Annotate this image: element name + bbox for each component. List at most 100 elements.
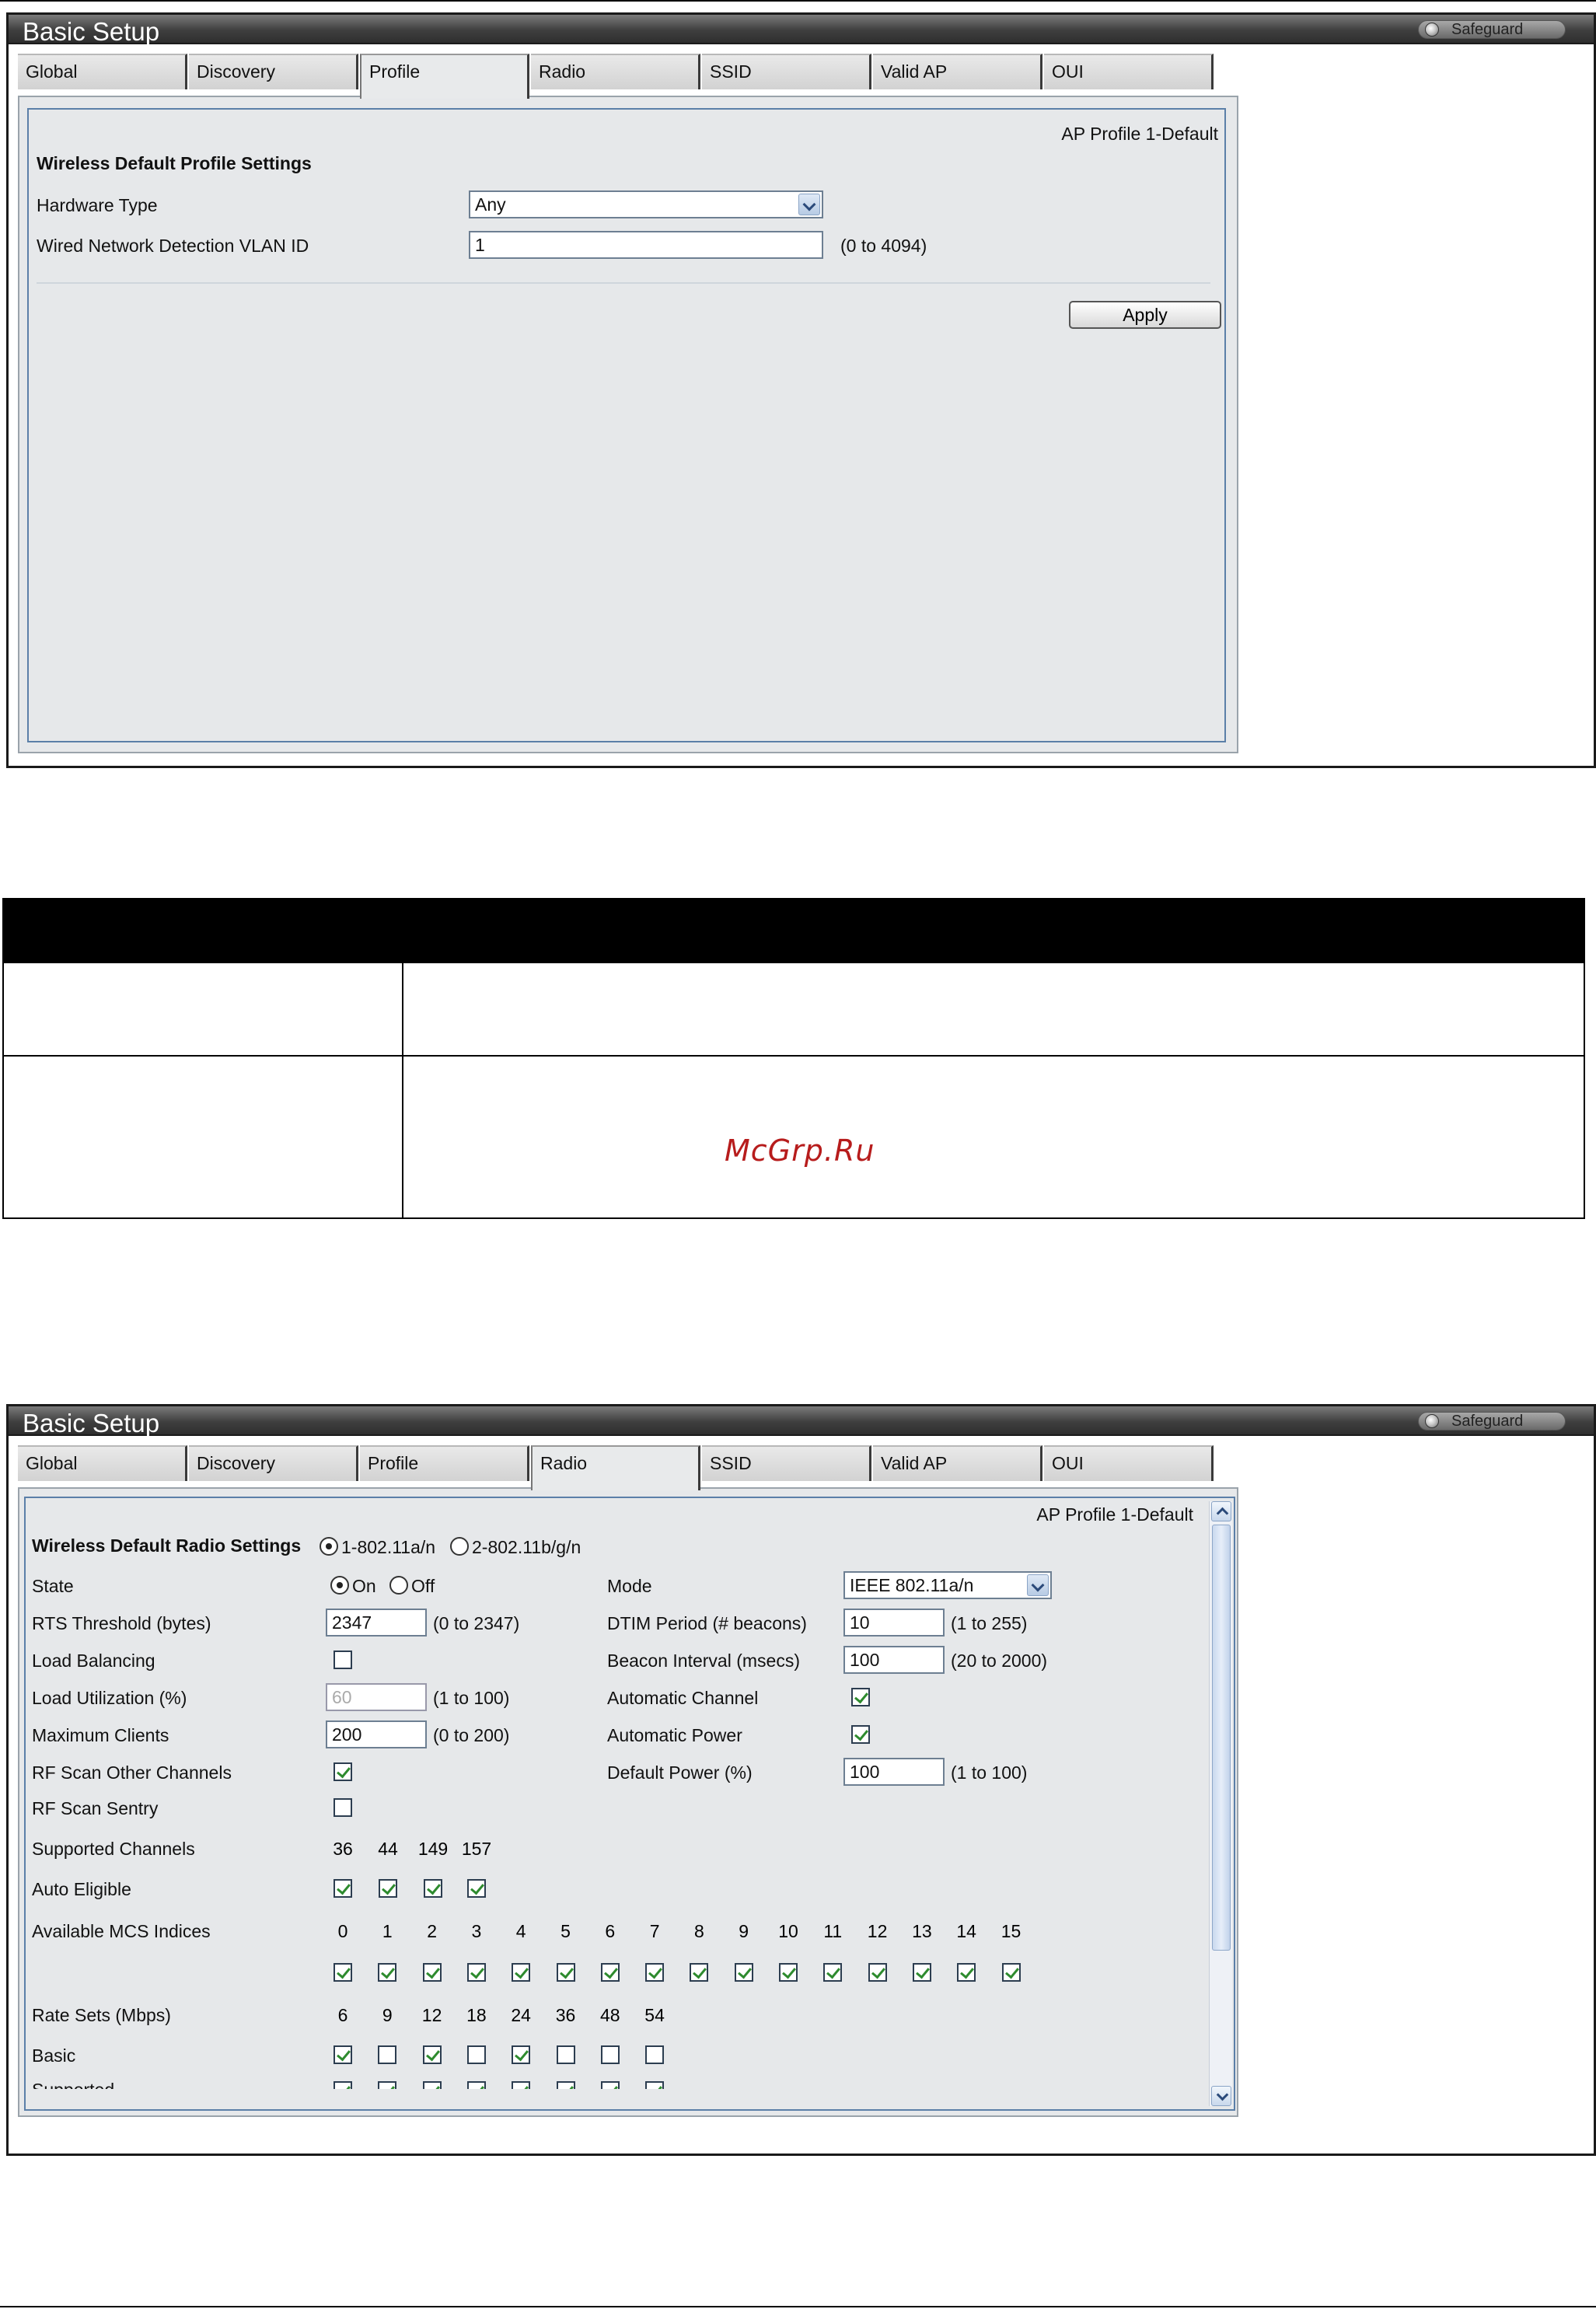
description-table xyxy=(2,898,1585,1219)
rf-scan-other-checkbox[interactable] xyxy=(334,1762,352,1781)
mcs-checkbox[interactable] xyxy=(556,1963,575,1982)
basic-rate-checkbox[interactable] xyxy=(556,2045,575,2064)
tab-radio[interactable]: Radio xyxy=(531,54,700,89)
basic-rate-checkbox[interactable] xyxy=(422,2045,442,2064)
auto-power-checkbox[interactable] xyxy=(851,1725,870,1744)
state-on-label: On xyxy=(352,1576,376,1596)
max-clients-input[interactable]: 200 xyxy=(326,1720,427,1748)
vertical-scrollbar[interactable] xyxy=(1209,1501,1232,2106)
mcs-indices-label: Available MCS Indices xyxy=(32,1921,211,1941)
dtim-period-input[interactable]: 10 xyxy=(843,1609,945,1637)
vlan-range-hint: (0 to 4094) xyxy=(840,236,927,256)
mcs-checkbox[interactable] xyxy=(600,1963,620,1982)
mcs-checkbox[interactable] xyxy=(1001,1963,1021,1982)
rate-set-value: 9 xyxy=(382,2005,393,2025)
title-bar: Basic Setup Safeguard xyxy=(9,15,1594,46)
chevron-down-icon[interactable] xyxy=(798,194,820,215)
clipped-supported-row: Supported xyxy=(26,2077,1220,2089)
basic-rate-checkbox[interactable] xyxy=(645,2045,665,2064)
tab-global[interactable]: Global xyxy=(18,1445,187,1481)
safeguard-button[interactable]: Safeguard xyxy=(1418,1412,1566,1430)
mode-select[interactable]: IEEE 802.11a/n xyxy=(843,1571,1052,1599)
state-on-radio[interactable] xyxy=(330,1576,349,1595)
vlan-id-input[interactable]: 1 xyxy=(469,231,823,259)
apply-button[interactable]: Apply xyxy=(1069,301,1221,329)
load-utilization-input[interactable]: 60 xyxy=(326,1683,427,1711)
chevron-down-icon[interactable] xyxy=(1027,1574,1049,1596)
scroll-down-icon[interactable] xyxy=(1211,2086,1231,2106)
supported-rate-checkbox[interactable] xyxy=(512,2081,531,2089)
radio-panel: AP Profile 1-Default Wireless Default Ra… xyxy=(18,1487,1238,2117)
auto-eligible-checkbox[interactable] xyxy=(424,1879,442,1898)
mcs-index: 10 xyxy=(778,1921,798,1941)
mcs-checkbox[interactable] xyxy=(734,1963,753,1982)
mcs-checkbox[interactable] xyxy=(868,1963,887,1982)
radio-802-11bgn[interactable] xyxy=(450,1537,469,1556)
mcs-index: 6 xyxy=(605,1921,616,1941)
tab-discovery[interactable]: Discovery xyxy=(189,54,358,89)
safeguard-button[interactable]: Safeguard xyxy=(1418,20,1566,39)
ap-profile-label: AP Profile 1-Default xyxy=(1036,1504,1193,1525)
radio-802-11an[interactable] xyxy=(320,1537,338,1556)
scroll-thumb[interactable] xyxy=(1212,1525,1231,1951)
tab-valid-ap[interactable]: Valid AP xyxy=(873,54,1042,89)
rts-threshold-input[interactable]: 2347 xyxy=(326,1609,427,1637)
tab-ssid[interactable]: SSID xyxy=(702,54,871,89)
basic-rate-checkbox[interactable] xyxy=(378,2045,397,2064)
auto-channel-checkbox[interactable] xyxy=(851,1688,870,1706)
tab-profile[interactable]: Profile xyxy=(360,1445,529,1481)
rate-set-value: 6 xyxy=(337,2005,348,2025)
tab-valid-ap[interactable]: Valid AP xyxy=(873,1445,1042,1481)
mcs-index: 15 xyxy=(1001,1921,1022,1941)
mcs-checkbox[interactable] xyxy=(690,1963,709,1982)
mcs-checkbox[interactable] xyxy=(422,1963,442,1982)
rate-set-value: 36 xyxy=(555,2005,576,2025)
mcs-checkbox[interactable] xyxy=(957,1963,976,1982)
mcs-checkbox[interactable] xyxy=(334,1963,352,1982)
rf-scan-sentry-checkbox[interactable] xyxy=(334,1798,352,1817)
tab-profile[interactable]: Profile xyxy=(360,54,529,99)
safeguard-icon xyxy=(1425,1414,1439,1428)
radio-802-11an-label: 1-802.11a/n xyxy=(341,1537,436,1557)
tab-ssid[interactable]: SSID xyxy=(702,1445,871,1481)
rf-scan-sentry-label: RF Scan Sentry xyxy=(32,1798,159,1818)
mcs-checkbox[interactable] xyxy=(466,1963,486,1982)
beacon-range-hint: (20 to 2000) xyxy=(951,1651,1048,1671)
mcs-checkbox[interactable] xyxy=(512,1963,531,1982)
mcs-checkbox[interactable] xyxy=(645,1963,665,1982)
tab-radio[interactable]: Radio xyxy=(531,1445,700,1490)
state-off-radio[interactable] xyxy=(389,1576,408,1595)
supported-rate-checkbox[interactable] xyxy=(645,2081,665,2089)
auto-eligible-checkbox[interactable] xyxy=(467,1879,486,1898)
mode-label: Mode xyxy=(607,1576,652,1596)
beacon-interval-input[interactable]: 100 xyxy=(843,1646,945,1674)
tab-discovery[interactable]: Discovery xyxy=(189,1445,358,1481)
tab-global[interactable]: Global xyxy=(18,54,187,89)
tab-oui[interactable]: OUI xyxy=(1044,1445,1214,1481)
radio-802-11bgn-label: 2-802.11b/g/n xyxy=(472,1537,581,1557)
auto-eligible-checkbox[interactable] xyxy=(334,1879,352,1898)
supported-rate-checkbox[interactable] xyxy=(422,2081,442,2089)
mcs-index: 4 xyxy=(515,1921,526,1941)
supported-rate-checkbox[interactable] xyxy=(466,2081,486,2089)
basic-rate-checkbox[interactable] xyxy=(334,2045,352,2064)
default-power-input[interactable]: 100 xyxy=(843,1758,945,1786)
supported-rate-checkbox[interactable] xyxy=(600,2081,620,2089)
supported-rate-checkbox[interactable] xyxy=(334,2081,352,2089)
basic-rate-checkbox[interactable] xyxy=(466,2045,486,2064)
mcs-index: 14 xyxy=(956,1921,976,1941)
load-balancing-checkbox[interactable] xyxy=(334,1651,352,1669)
mcs-checkbox[interactable] xyxy=(823,1963,843,1982)
basic-rate-checkbox[interactable] xyxy=(600,2045,620,2064)
supported-rate-checkbox[interactable] xyxy=(378,2081,397,2089)
mcs-checkbox[interactable] xyxy=(378,1963,397,1982)
mcs-index: 8 xyxy=(693,1921,704,1941)
auto-eligible-checkbox[interactable] xyxy=(379,1879,397,1898)
mcs-checkbox[interactable] xyxy=(912,1963,931,1982)
supported-rate-checkbox[interactable] xyxy=(556,2081,575,2089)
tab-oui[interactable]: OUI xyxy=(1044,54,1214,89)
basic-rate-checkbox[interactable] xyxy=(512,2045,531,2064)
mcs-checkbox[interactable] xyxy=(779,1963,798,1982)
hardware-type-select[interactable]: Any xyxy=(469,190,823,218)
scroll-up-icon[interactable] xyxy=(1211,1501,1231,1521)
